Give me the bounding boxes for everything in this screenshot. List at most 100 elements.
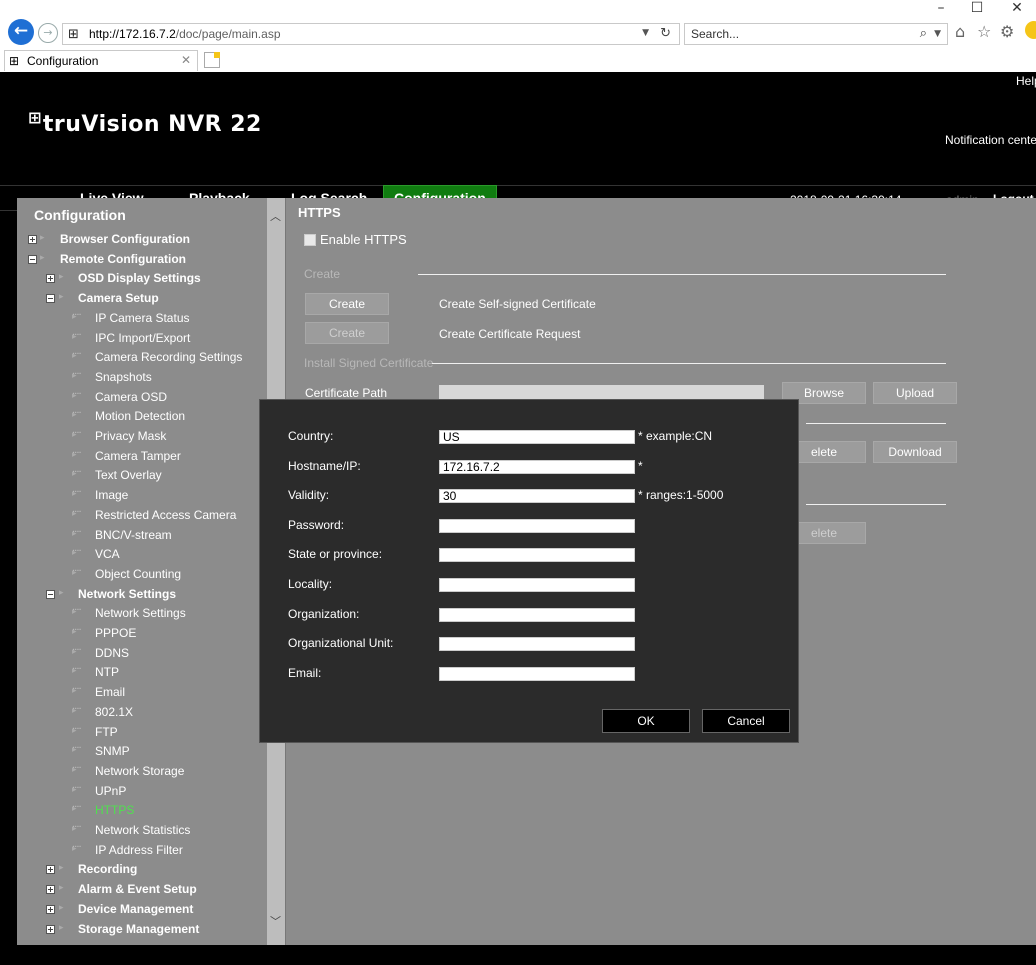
notification-center-link[interactable]: Notification center: [945, 133, 1036, 147]
sidebar-item-vca[interactable]: ···· ▸ VCA: [20, 546, 268, 565]
create-self-signed-button[interactable]: Create: [305, 293, 389, 315]
search-box[interactable]: ⌕ ▼: [684, 23, 948, 45]
expand-icon[interactable]: [46, 865, 55, 874]
arrow-right-icon: ▸: [72, 745, 77, 755]
download-button[interactable]: Download: [873, 441, 957, 463]
site-icon: ⊞: [9, 54, 20, 68]
sidebar-item-text-overlay[interactable]: ···· ▸ Text Overlay: [20, 467, 268, 486]
collapse-icon[interactable]: [46, 590, 55, 599]
sidebar-item-802-1x[interactable]: ···· ▸ 802.1X: [20, 704, 268, 723]
star-icon[interactable]: ☆: [977, 22, 991, 41]
expand-icon[interactable]: [46, 885, 55, 894]
sidebar-item-storage-management[interactable]: ▸ Storage Management: [20, 921, 268, 940]
hostname-ip-input[interactable]: [439, 460, 635, 474]
new-tab-icon[interactable]: [204, 52, 220, 68]
chevron-down-icon[interactable]: ▼: [642, 28, 649, 38]
arrow-left-icon[interactable]: ←: [8, 19, 34, 45]
sidebar-item-privacy-mask[interactable]: ···· ▸ Privacy Mask: [20, 428, 268, 447]
sidebar-item-ipc-import-export[interactable]: ···· ▸ IPC Import/Export: [20, 330, 268, 349]
upload-button[interactable]: Upload: [873, 382, 957, 404]
refresh-icon[interactable]: ↻: [660, 26, 671, 41]
ok-button[interactable]: OK: [602, 709, 690, 733]
sidebar-item-camera-tamper[interactable]: ···· ▸ Camera Tamper: [20, 448, 268, 467]
locality-label: Locality:: [288, 577, 333, 591]
country-input[interactable]: [439, 430, 635, 444]
sidebar-item-ip-address-filter[interactable]: ···· ▸ IP Address Filter: [20, 842, 268, 861]
address-bar[interactable]: ⊞ http://172.16.7.2/doc/page/main.asp ▼ …: [62, 23, 680, 45]
email-input[interactable]: [439, 667, 635, 681]
collapse-icon[interactable]: [28, 255, 37, 264]
sidebar-item-browser-configuration[interactable]: ▸ Browser Configuration: [20, 231, 268, 250]
chevron-down-icon[interactable]: ▼: [934, 29, 941, 39]
create-request-button[interactable]: Create: [305, 322, 389, 344]
arrow-right-icon: ▸: [72, 548, 77, 558]
sidebar-item-camera-osd[interactable]: ···· ▸ Camera OSD: [20, 389, 268, 408]
sidebar-item-network-statistics[interactable]: ···· ▸ Network Statistics: [20, 822, 268, 841]
expand-icon[interactable]: [28, 235, 37, 244]
sidebar-item-label: NTP: [95, 665, 119, 679]
expand-icon[interactable]: [46, 905, 55, 914]
chevron-down-icon[interactable]: ﹀: [270, 913, 281, 929]
locality-input[interactable]: [439, 578, 635, 592]
organizational-unit-input[interactable]: [439, 637, 635, 651]
minimize-icon[interactable]: –: [924, 0, 958, 22]
sidebar-item-object-counting[interactable]: ···· ▸ Object Counting: [20, 566, 268, 585]
tab-configuration[interactable]: ⊞ Configuration ✕: [4, 50, 198, 71]
sidebar-item-ftp[interactable]: ···· ▸ FTP: [20, 724, 268, 743]
sidebar-item-restricted-access-camera[interactable]: ···· ▸ Restricted Access Camera: [20, 507, 268, 526]
sidebar-item-network-settings[interactable]: ▸ Network Settings: [20, 586, 268, 605]
sidebar-item-alarm-event-setup[interactable]: ▸ Alarm & Event Setup: [20, 881, 268, 900]
sidebar-item-label: Restricted Access Camera: [95, 508, 237, 522]
expand-icon[interactable]: [46, 925, 55, 934]
sidebar-item-bnc-v-stream[interactable]: ···· ▸ BNC/V-stream: [20, 527, 268, 546]
state-or-province-input[interactable]: [439, 548, 635, 562]
install-section-title: Install Signed Certificate: [304, 356, 434, 370]
sidebar-item-label: Text Overlay: [95, 468, 162, 482]
sidebar-item-camera-setup[interactable]: ▸ Camera Setup: [20, 290, 268, 309]
password-input[interactable]: [439, 519, 635, 533]
expand-icon[interactable]: [46, 274, 55, 283]
organization-input[interactable]: [439, 608, 635, 622]
sidebar-item-snapshots[interactable]: ···· ▸ Snapshots: [20, 369, 268, 388]
sidebar-item-label: FTP: [95, 725, 118, 739]
sidebar-item-https[interactable]: ···· ▸ HTTPS: [20, 802, 268, 821]
enable-https-checkbox[interactable]: [304, 234, 316, 246]
validity-input[interactable]: [439, 489, 635, 503]
collapse-icon[interactable]: [46, 294, 55, 303]
sidebar-item-osd-display-settings[interactable]: ▸ OSD Display Settings: [20, 270, 268, 289]
gear-icon[interactable]: ⚙: [1000, 22, 1014, 41]
help-link[interactable]: Help: [1016, 74, 1036, 88]
sidebar-item-network-storage[interactable]: ···· ▸ Network Storage: [20, 763, 268, 782]
sidebar-item-motion-detection[interactable]: ···· ▸ Motion Detection: [20, 408, 268, 427]
sidebar-item-label: Device Management: [78, 902, 194, 916]
close-icon[interactable]: ✕: [181, 53, 191, 67]
sidebar-item-ntp[interactable]: ···· ▸ NTP: [20, 664, 268, 683]
search-icon[interactable]: ⌕: [920, 26, 927, 41]
arrow-right-icon: ▸: [72, 726, 77, 736]
sidebar-item-upnp[interactable]: ···· ▸ UPnP: [20, 783, 268, 802]
sidebar-item-remote-configuration[interactable]: ▸ Remote Configuration: [20, 251, 268, 270]
maximize-icon[interactable]: ☐: [960, 0, 994, 22]
home-icon[interactable]: ⌂: [955, 22, 965, 41]
sidebar-item-label: PPPOE: [95, 626, 137, 640]
sidebar-item-snmp[interactable]: ···· ▸ SNMP: [20, 743, 268, 762]
sidebar-item-network-settings[interactable]: ···· ▸ Network Settings: [20, 605, 268, 624]
sidebar-item-image[interactable]: ···· ▸ Image: [20, 487, 268, 506]
sidebar-item-pppoe[interactable]: ···· ▸ PPPOE: [20, 625, 268, 644]
sidebar-item-recording[interactable]: ▸ Recording: [20, 861, 268, 880]
sidebar-item-label: Network Storage: [95, 764, 185, 778]
cancel-button[interactable]: Cancel: [702, 709, 790, 733]
smiley-icon[interactable]: [1025, 21, 1036, 39]
hostname-ip-hint: *: [638, 459, 643, 473]
sidebar-item-label: Snapshots: [95, 370, 152, 384]
sidebar-item-device-management[interactable]: ▸ Device Management: [20, 901, 268, 920]
close-icon[interactable]: ✕: [1000, 0, 1034, 22]
sidebar-item-label: Camera Setup: [78, 291, 159, 305]
chevron-up-icon[interactable]: ︿: [270, 208, 281, 224]
arrow-right-icon[interactable]: →: [38, 23, 58, 43]
sidebar-item-ddns[interactable]: ···· ▸ DDNS: [20, 645, 268, 664]
sidebar-item-email[interactable]: ···· ▸ Email: [20, 684, 268, 703]
sidebar-item-ip-camera-status[interactable]: ···· ▸ IP Camera Status: [20, 310, 268, 329]
sidebar-item-camera-recording-settings[interactable]: ···· ▸ Camera Recording Settings: [20, 349, 268, 368]
search-input[interactable]: [691, 26, 901, 42]
